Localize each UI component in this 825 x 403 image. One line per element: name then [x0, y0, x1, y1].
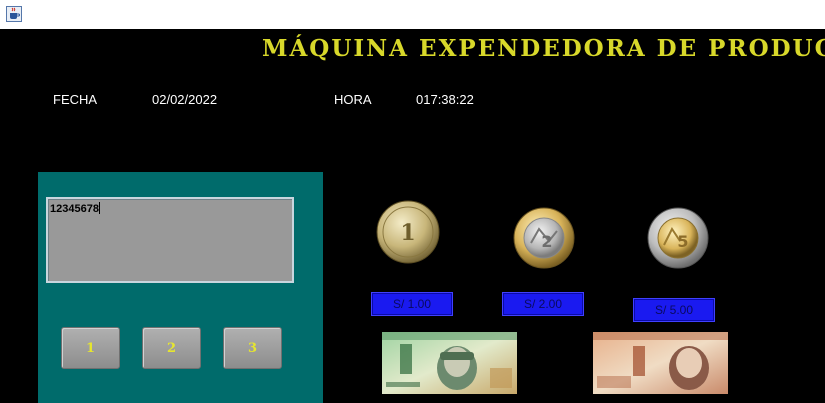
svg-text:1: 1 — [400, 220, 415, 246]
key-1-button[interactable]: 1 — [61, 327, 120, 369]
keypad-panel: 12345678 1 2 3 — [38, 172, 323, 403]
coin-5-soles-button[interactable]: S/ 5.00 — [633, 298, 715, 322]
svg-text:5: 5 — [677, 232, 688, 251]
code-display-text: 12345678 — [50, 203, 99, 215]
coin-2-soles-icon: 2 — [513, 207, 575, 269]
text-caret — [98, 202, 100, 214]
bill-10-soles-icon[interactable] — [382, 332, 517, 394]
code-display-field[interactable]: 12345678 — [46, 197, 294, 283]
svg-text:2: 2 — [541, 232, 552, 251]
date-value: 02/02/2022 — [152, 92, 218, 107]
coin-1-sol-button[interactable]: S/ 1.00 — [371, 292, 453, 316]
window-titlebar — [0, 0, 825, 29]
coin-2-soles-button[interactable]: S/ 2.00 — [502, 292, 584, 316]
page-title: MÁQUINA EXPENDEDORA DE PRODUC — [262, 35, 825, 62]
date-label: FECHA — [53, 92, 98, 107]
coin-1-sol-icon: 1 — [376, 200, 440, 264]
coin-5-soles-icon: 5 — [647, 207, 709, 269]
time-value: 017:38:22 — [416, 92, 474, 107]
key-3-button[interactable]: 3 — [223, 327, 282, 369]
key-2-button[interactable]: 2 — [142, 327, 201, 369]
java-cup-icon — [6, 6, 22, 22]
main-area: MÁQUINA EXPENDEDORA DE PRODUC FECHA 02/0… — [0, 29, 825, 403]
time-label: HORA — [334, 92, 372, 107]
bill-20-soles-icon[interactable] — [593, 332, 728, 394]
